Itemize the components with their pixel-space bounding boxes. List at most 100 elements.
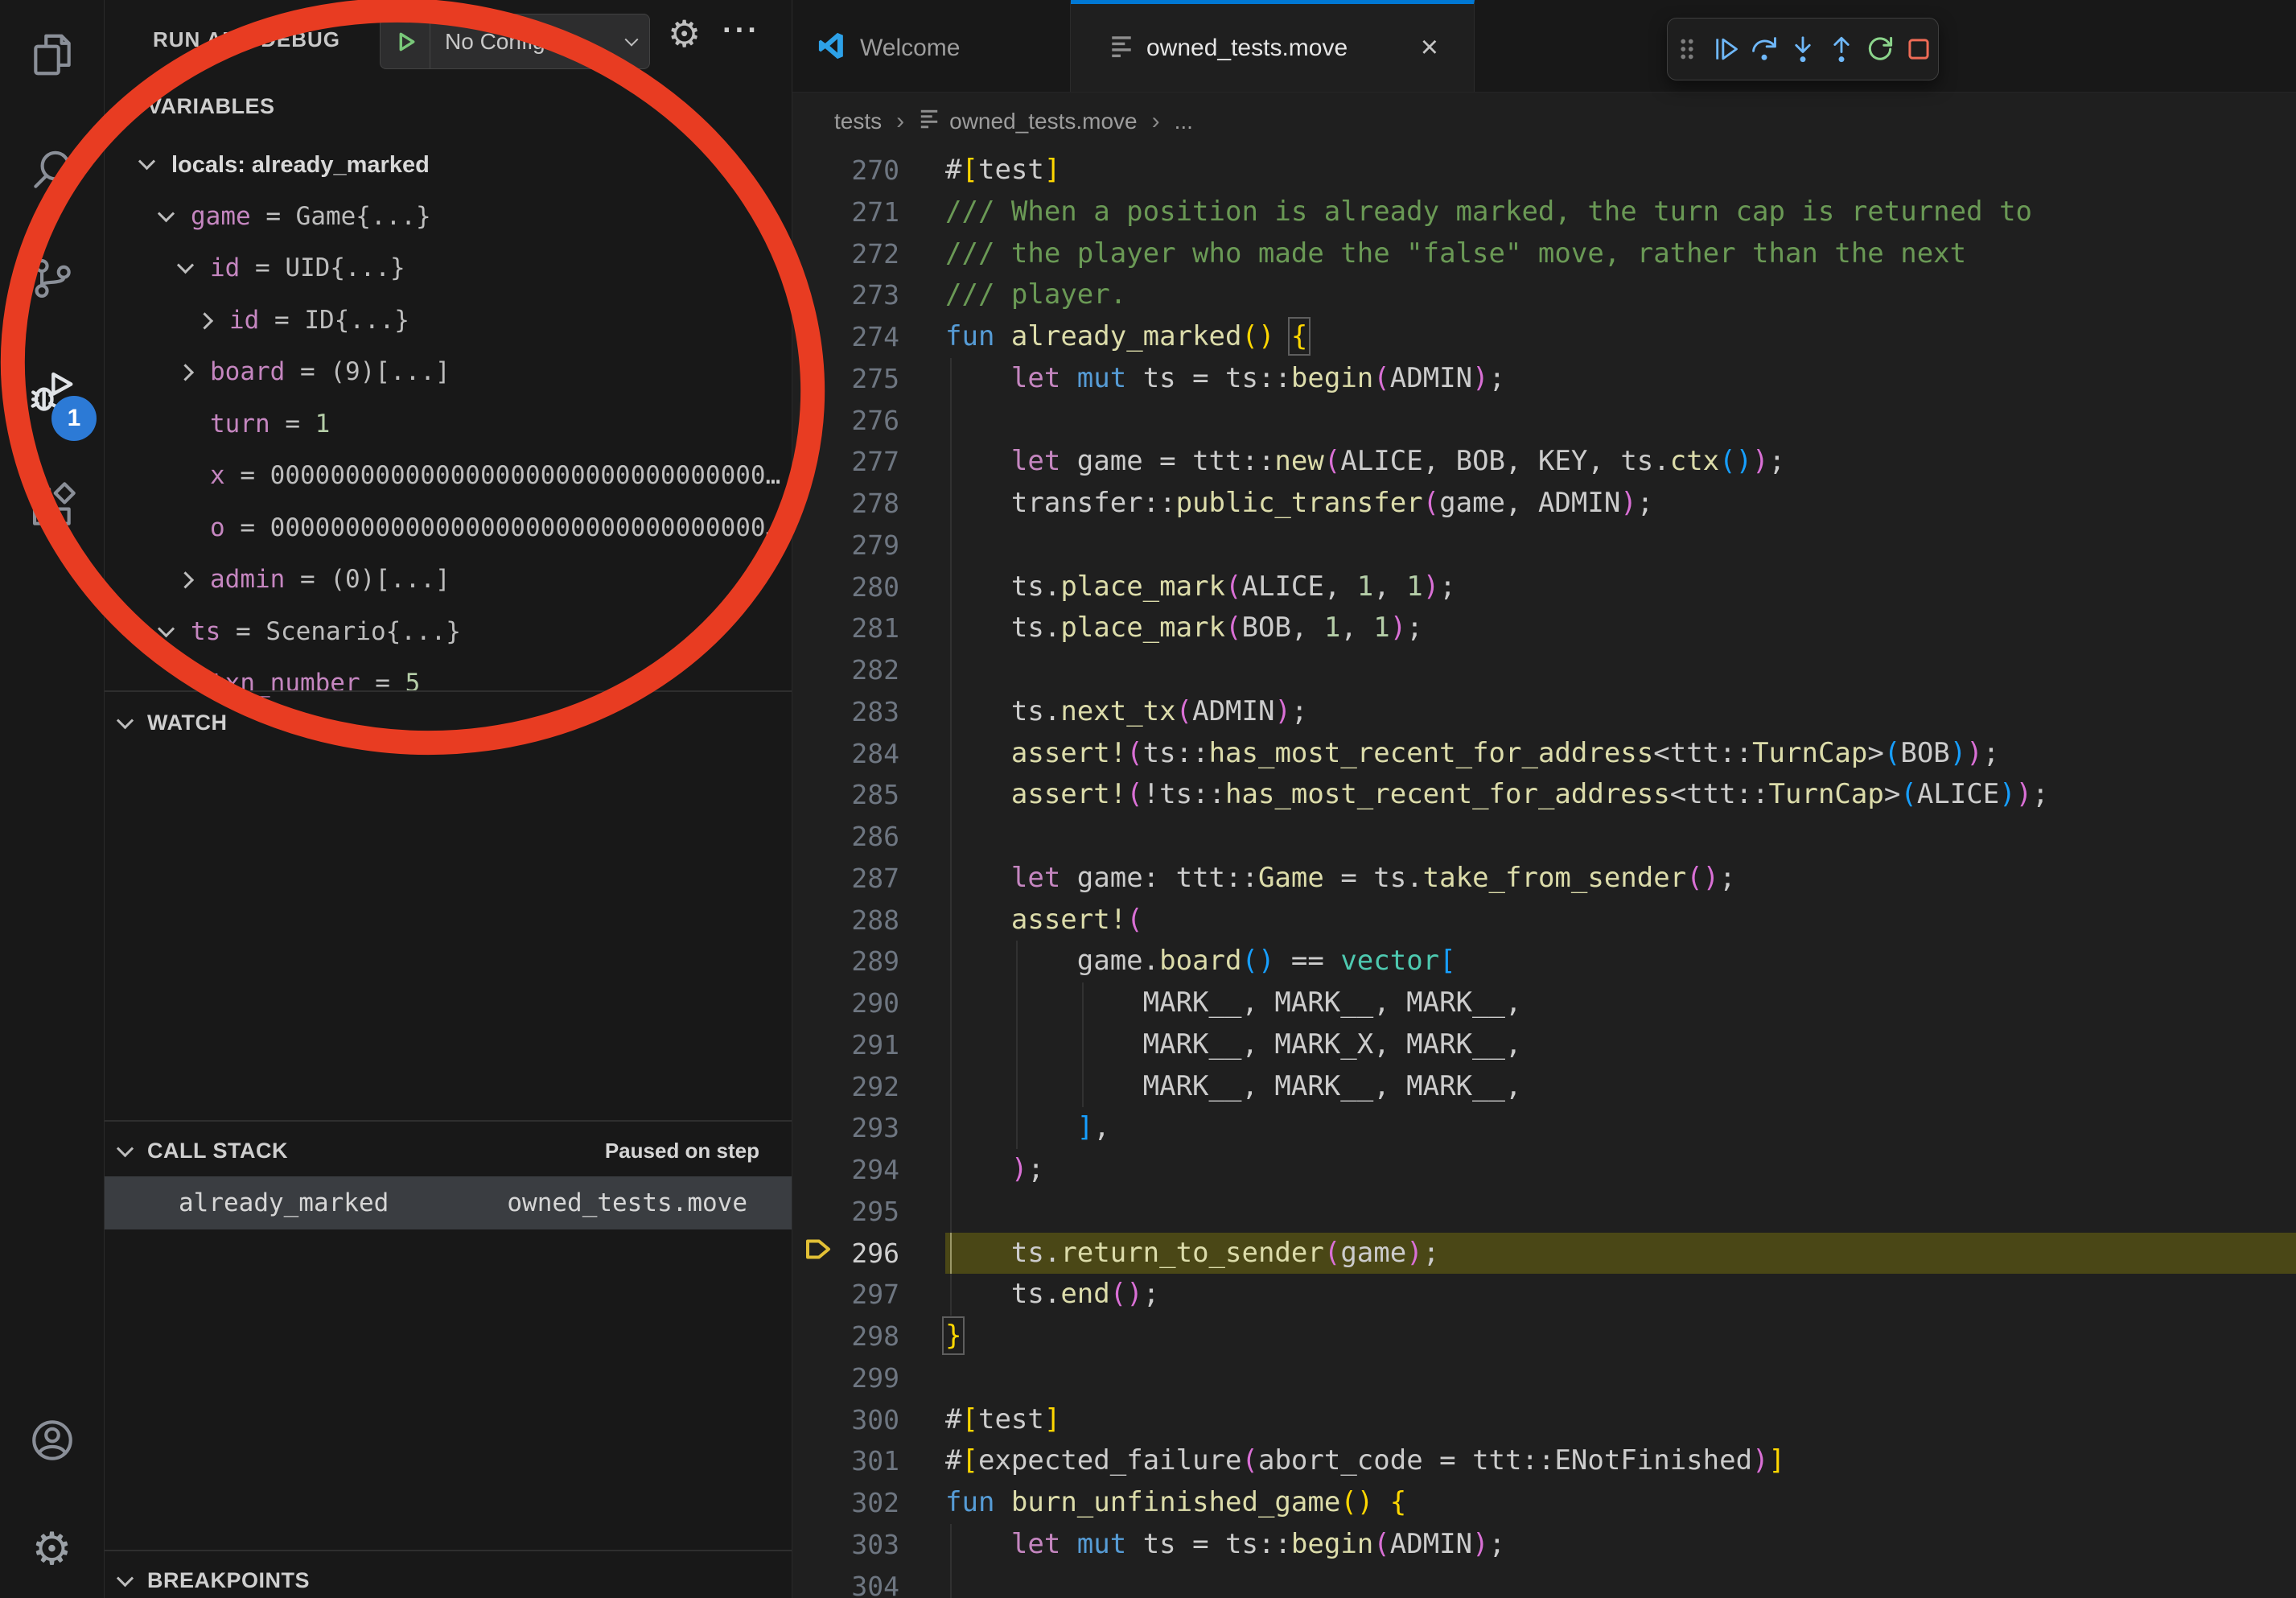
code-line-279[interactable]: 279: [792, 525, 2296, 566]
code-line-286[interactable]: 286: [792, 816, 2296, 858]
code-line-285[interactable]: 285 assert!(!ts::has_most_recent_for_add…: [792, 774, 2296, 816]
variable-row-admin[interactable]: admin = (0)[...]: [105, 554, 792, 606]
line-number[interactable]: 298: [792, 1316, 899, 1357]
line-number[interactable]: 297: [792, 1274, 899, 1316]
line-number[interactable]: 294: [792, 1149, 899, 1191]
code-line-282[interactable]: 282: [792, 649, 2296, 691]
line-number[interactable]: 275: [792, 358, 899, 400]
call-stack-frame[interactable]: already_markedowned_tests.move: [105, 1176, 792, 1229]
section-divider[interactable]: [105, 690, 792, 692]
variable-row-o[interactable]: o = 000000000000000000000000000000000000…: [105, 502, 792, 554]
breakpoints-section-header[interactable]: BREAKPOINTS: [105, 1555, 792, 1598]
stop-button[interactable]: [1902, 32, 1936, 66]
chevron-down-icon[interactable]: [177, 257, 194, 274]
tab-owned_tests-move[interactable]: owned_tests.move×: [1071, 0, 1475, 92]
code-line-303[interactable]: 303 let mut ts = ts::begin(ADMIN);: [792, 1524, 2296, 1566]
code-line-288[interactable]: 288 assert!(: [792, 900, 2296, 941]
step-over-button[interactable]: [1747, 32, 1781, 66]
line-number[interactable]: 273: [792, 274, 899, 316]
chevron-right-icon[interactable]: [177, 571, 194, 588]
code-line-290[interactable]: 290 MARK__, MARK__, MARK__,: [792, 982, 2296, 1024]
code-line-293[interactable]: 293 ],: [792, 1107, 2296, 1149]
chevron-right-icon[interactable]: [177, 364, 194, 381]
line-number[interactable]: 281: [792, 607, 899, 649]
code-line-292[interactable]: 292 MARK__, MARK__, MARK__,: [792, 1066, 2296, 1108]
code-line-273[interactable]: 273/// player.: [792, 274, 2296, 316]
chevron-down-icon[interactable]: [158, 620, 175, 637]
line-number[interactable]: 302: [792, 1482, 899, 1524]
code-line-295[interactable]: 295: [792, 1191, 2296, 1233]
code-line-278[interactable]: 278 transfer::public_transfer(game, ADMI…: [792, 483, 2296, 525]
start-debugging-button[interactable]: [381, 14, 430, 68]
source-control-icon[interactable]: [27, 253, 78, 304]
settings-gear-icon[interactable]: ⚙: [27, 1523, 78, 1575]
line-number[interactable]: 286: [792, 816, 899, 858]
code-line-284[interactable]: 284 assert!(ts::has_most_recent_for_addr…: [792, 733, 2296, 775]
code-line-270[interactable]: 270#[test]: [792, 150, 2296, 192]
variable-row-id[interactable]: id = ID{...}: [105, 294, 792, 347]
step-out-button[interactable]: [1825, 32, 1858, 66]
tab-welcome[interactable]: Welcome: [792, 0, 1071, 92]
line-number[interactable]: 284: [792, 733, 899, 775]
chevron-right-icon[interactable]: [196, 312, 213, 329]
code-line-294[interactable]: 294 );: [792, 1149, 2296, 1191]
variable-row-game[interactable]: game = Game{...}: [105, 191, 792, 243]
code-line-281[interactable]: 281 ts.place_mark(BOB, 1, 1);: [792, 607, 2296, 649]
line-number[interactable]: 274: [792, 316, 899, 358]
line-number[interactable]: 299: [792, 1357, 899, 1399]
account-icon[interactable]: [27, 1415, 78, 1466]
continue-button[interactable]: [1709, 32, 1743, 66]
line-number[interactable]: 288: [792, 900, 899, 941]
variable-row-turn[interactable]: turn = 1: [105, 398, 792, 451]
chevron-down-icon[interactable]: [138, 153, 155, 170]
code-line-302[interactable]: 302fun burn_unfinished_game() {: [792, 1482, 2296, 1524]
line-number[interactable]: 291: [792, 1024, 899, 1066]
line-number[interactable]: 287: [792, 858, 899, 900]
line-number[interactable]: 280: [792, 566, 899, 608]
line-number[interactable]: 282: [792, 649, 899, 691]
code-line-275[interactable]: 275 let mut ts = ts::begin(ADMIN);: [792, 358, 2296, 400]
variable-row-ts[interactable]: ts = Scenario{...}: [105, 606, 792, 658]
line-number[interactable]: 277: [792, 441, 899, 483]
line-number[interactable]: 278: [792, 483, 899, 525]
section-divider[interactable]: [105, 1120, 792, 1122]
debug-settings-gear-icon[interactable]: ⚙: [668, 6, 701, 62]
variable-row-board[interactable]: board = (9)[...]: [105, 346, 792, 398]
search-icon[interactable]: [27, 143, 78, 195]
line-number[interactable]: 295: [792, 1191, 899, 1233]
call-stack-section-header[interactable]: CALL STACK Paused on step: [105, 1125, 792, 1176]
code-line-291[interactable]: 291 MARK__, MARK_X, MARK__,: [792, 1024, 2296, 1066]
line-number[interactable]: 270: [792, 150, 899, 192]
editor-code[interactable]: 270#[test]271/// When a position is alre…: [792, 150, 2296, 1598]
line-number[interactable]: 292: [792, 1066, 899, 1108]
section-divider[interactable]: [105, 1550, 792, 1551]
debug-config-dropdown[interactable]: No Configur:: [380, 14, 650, 69]
variable-row-id[interactable]: id = UID{...}: [105, 242, 792, 294]
extensions-icon[interactable]: [27, 481, 78, 533]
variable-scope-row[interactable]: locals: already_marked: [105, 138, 792, 191]
line-number[interactable]: 303: [792, 1524, 899, 1566]
line-number[interactable]: 272: [792, 233, 899, 275]
close-icon[interactable]: ×: [1400, 31, 1438, 65]
line-number[interactable]: 304: [792, 1566, 899, 1598]
variables-section-header[interactable]: VARIABLES: [105, 80, 792, 132]
line-number[interactable]: 300: [792, 1399, 899, 1441]
code-line-301[interactable]: 301#[expected_failure(abort_code = ttt::…: [792, 1440, 2296, 1482]
debug-current-line-icon[interactable]: [804, 1236, 833, 1271]
breadcrumb-item[interactable]: ...: [1175, 109, 1193, 134]
code-line-296[interactable]: 296 ts.return_to_sender(game);: [792, 1233, 2296, 1275]
line-number[interactable]: 289: [792, 941, 899, 982]
line-number[interactable]: 276: [792, 400, 899, 442]
more-actions-icon[interactable]: ···: [722, 3, 760, 59]
code-line-289[interactable]: 289 game.board() == vector[: [792, 941, 2296, 982]
variable-row-x[interactable]: x = 000000000000000000000000000000000000…: [105, 450, 792, 502]
line-number[interactable]: 279: [792, 525, 899, 566]
code-line-304[interactable]: 304: [792, 1566, 2296, 1598]
explorer-icon[interactable]: [27, 29, 78, 80]
chevron-down-icon[interactable]: [158, 205, 175, 222]
code-line-280[interactable]: 280 ts.place_mark(ALICE, 1, 1);: [792, 566, 2296, 608]
restart-button[interactable]: [1863, 32, 1897, 66]
step-into-button[interactable]: [1786, 32, 1820, 66]
watch-section-header[interactable]: WATCH: [105, 697, 792, 748]
code-line-283[interactable]: 283 ts.next_tx(ADMIN);: [792, 691, 2296, 733]
